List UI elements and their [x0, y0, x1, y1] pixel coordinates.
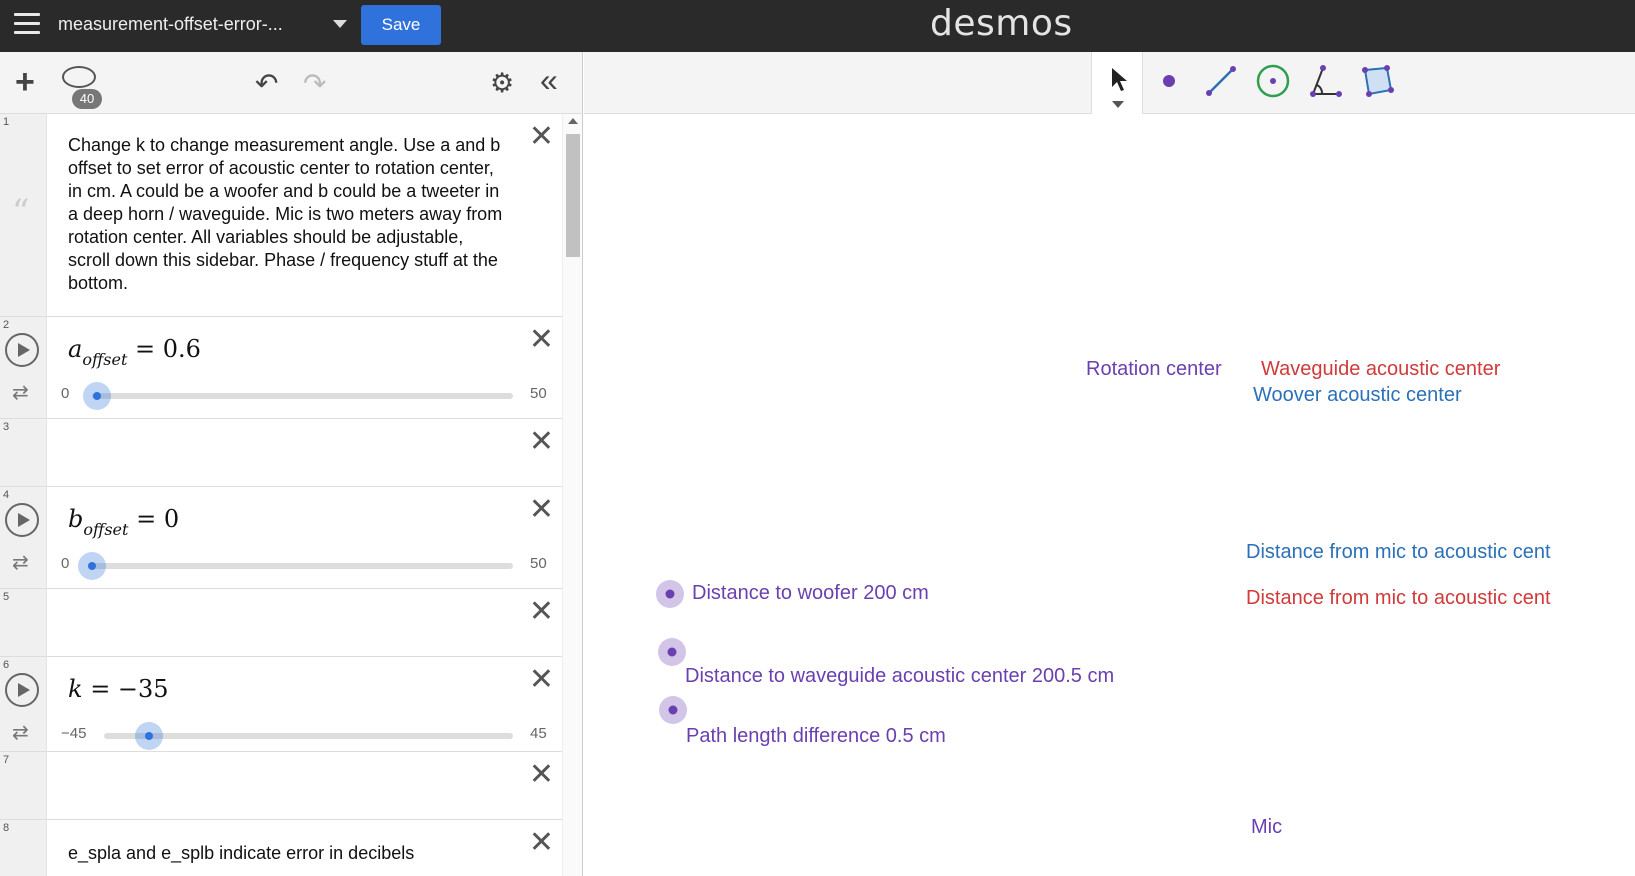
close-icon[interactable]: ✕ [529, 597, 554, 627]
close-icon[interactable]: ✕ [529, 828, 554, 858]
expression-list: 1 “ Change k to change measurement angle… [0, 114, 562, 876]
row-number: 1 [3, 116, 10, 128]
expression-gutter: 7 [0, 752, 47, 819]
slider-max[interactable]: 50 [530, 385, 547, 402]
mic-label: Mic [1251, 816, 1283, 838]
scroll-up-icon[interactable] [568, 118, 578, 124]
expression-gutter: 6 ⇄ [0, 657, 47, 751]
expression-row-empty[interactable]: 3 ✕ [0, 419, 562, 487]
redo-icon[interactable]: ↷ [303, 70, 326, 98]
save-button[interactable]: Save [361, 5, 441, 45]
close-icon[interactable]: ✕ [529, 665, 554, 695]
top-bar: measurement-offset-error-... Save desmos [0, 0, 1635, 52]
row-number: 6 [3, 659, 10, 671]
slider-min[interactable]: −45 [61, 725, 86, 742]
undo-icon[interactable]: ↶ [255, 70, 278, 98]
play-icon[interactable] [5, 673, 39, 707]
gear-icon[interactable]: ⚙ [490, 69, 514, 97]
slider-max[interactable]: 45 [530, 725, 547, 742]
variable-name: b [68, 505, 84, 533]
row-number: 4 [3, 489, 10, 501]
variable-value: = 0 [136, 505, 180, 533]
play-icon[interactable] [5, 333, 39, 367]
caret-down-icon[interactable] [333, 20, 347, 28]
rotation-center-label: Rotation center [1086, 358, 1222, 380]
slider-thumb[interactable] [135, 722, 164, 750]
expression-gutter: 5 [0, 589, 47, 656]
expression-row-slider-b[interactable]: 4 ⇄ boffset = 0 0 50 ✕ [0, 487, 562, 589]
note-text[interactable]: e_spla and e_splb indicate error in deci… [68, 842, 508, 865]
double-chevron-left-icon[interactable]: « [540, 64, 558, 96]
row-number: 8 [3, 822, 10, 834]
sidebar-scrollbar[interactable] [562, 114, 582, 876]
slider-min[interactable]: 0 [61, 555, 69, 572]
slider-thumb[interactable] [83, 382, 112, 410]
path-difference-label: Path length difference 0.5 cm [686, 725, 946, 747]
slider-track[interactable] [83, 382, 513, 410]
waveguide-center-label: Waveguide acoustic center [1261, 358, 1501, 380]
note-text[interactable]: Change k to change measurement angle. Us… [68, 134, 508, 295]
expression-gutter: 8 [0, 820, 47, 876]
row-number: 5 [3, 591, 10, 603]
distance-mic-red-label: Distance from mic to acoustic cent [1246, 587, 1551, 609]
waveguide-distance-point [667, 647, 677, 657]
row-number: 3 [3, 421, 10, 433]
expression-formula[interactable]: k = −35 [68, 675, 169, 703]
variable-subscript: offset [83, 520, 129, 539]
plus-icon[interactable]: + [15, 65, 35, 99]
row-number: 7 [3, 754, 10, 766]
slider-track[interactable] [78, 552, 513, 580]
quote-icon: “ [12, 192, 30, 232]
expression-row-note[interactable]: 8 e_spla and e_splb indicate error in de… [0, 820, 562, 876]
expression-gutter: 4 ⇄ [0, 487, 47, 588]
ellipse-icon[interactable] [62, 66, 96, 88]
variable-value: = −35 [90, 675, 169, 703]
expression-row-slider-k[interactable]: 6 ⇄ k = −35 −45 45 ✕ [0, 657, 562, 752]
expression-row-empty[interactable]: 5 ✕ [0, 589, 562, 657]
expression-gutter: 2 ⇄ [0, 317, 47, 418]
graph-title[interactable]: measurement-offset-error-... [58, 14, 283, 35]
close-icon[interactable]: ✕ [529, 325, 554, 355]
loop-icon[interactable]: ⇄ [12, 380, 29, 405]
row-number: 2 [3, 319, 10, 331]
variable-subscript: offset [82, 350, 128, 369]
distance-woofer-label: Distance to woofer 200 cm [692, 582, 929, 604]
variable-name: k [68, 675, 83, 703]
expression-row-slider-a[interactable]: 2 ⇄ aoffset = 0.6 0 50 ✕ [0, 317, 562, 419]
distance-mic-blue-label: Distance from mic to acoustic cent [1246, 541, 1551, 563]
expression-gutter: 1 “ [0, 114, 47, 316]
path-diff-point [668, 705, 678, 715]
scroll-thumb[interactable] [566, 134, 580, 257]
loop-icon[interactable]: ⇄ [12, 720, 29, 745]
variable-name: a [68, 335, 83, 363]
expression-gutter: 3 [0, 419, 47, 486]
sidebar-toolbar: + 40 ↶ ↷ ⚙ « [0, 52, 582, 114]
distance-waveguide-label: Distance to waveguide acoustic center 20… [685, 665, 1115, 687]
variable-value: = 0.6 [135, 335, 201, 363]
woofer-center-label: Woover acoustic center [1253, 384, 1462, 406]
slider-track[interactable] [104, 722, 513, 750]
slider-max[interactable]: 50 [530, 555, 547, 572]
loop-icon[interactable]: ⇄ [12, 550, 29, 575]
expression-sidebar: + 40 ↶ ↷ ⚙ « 1 “ Change k to change meas… [0, 52, 583, 876]
play-icon[interactable] [5, 503, 39, 537]
graph-drawing [656, 580, 687, 724]
graph-canvas[interactable]: Rotation center Waveguide acoustic cente… [584, 52, 1635, 876]
desmos-logo: desmos [930, 3, 1073, 44]
close-icon[interactable]: ✕ [529, 427, 554, 457]
expression-row-note[interactable]: 1 “ Change k to change measurement angle… [0, 114, 562, 317]
slider-thumb[interactable] [78, 552, 106, 580]
slider-min[interactable]: 0 [61, 385, 69, 402]
expression-formula[interactable]: boffset = 0 [68, 505, 179, 539]
close-icon[interactable]: ✕ [529, 495, 554, 525]
expression-formula[interactable]: aoffset = 0.6 [68, 335, 201, 369]
close-icon[interactable]: ✕ [529, 122, 554, 152]
close-icon[interactable]: ✕ [529, 760, 554, 790]
expression-count-badge: 40 [72, 89, 102, 109]
expression-row-empty[interactable]: 7 ✕ [0, 752, 562, 820]
woofer-distance-point [665, 589, 675, 599]
hamburger-icon[interactable] [14, 13, 40, 35]
